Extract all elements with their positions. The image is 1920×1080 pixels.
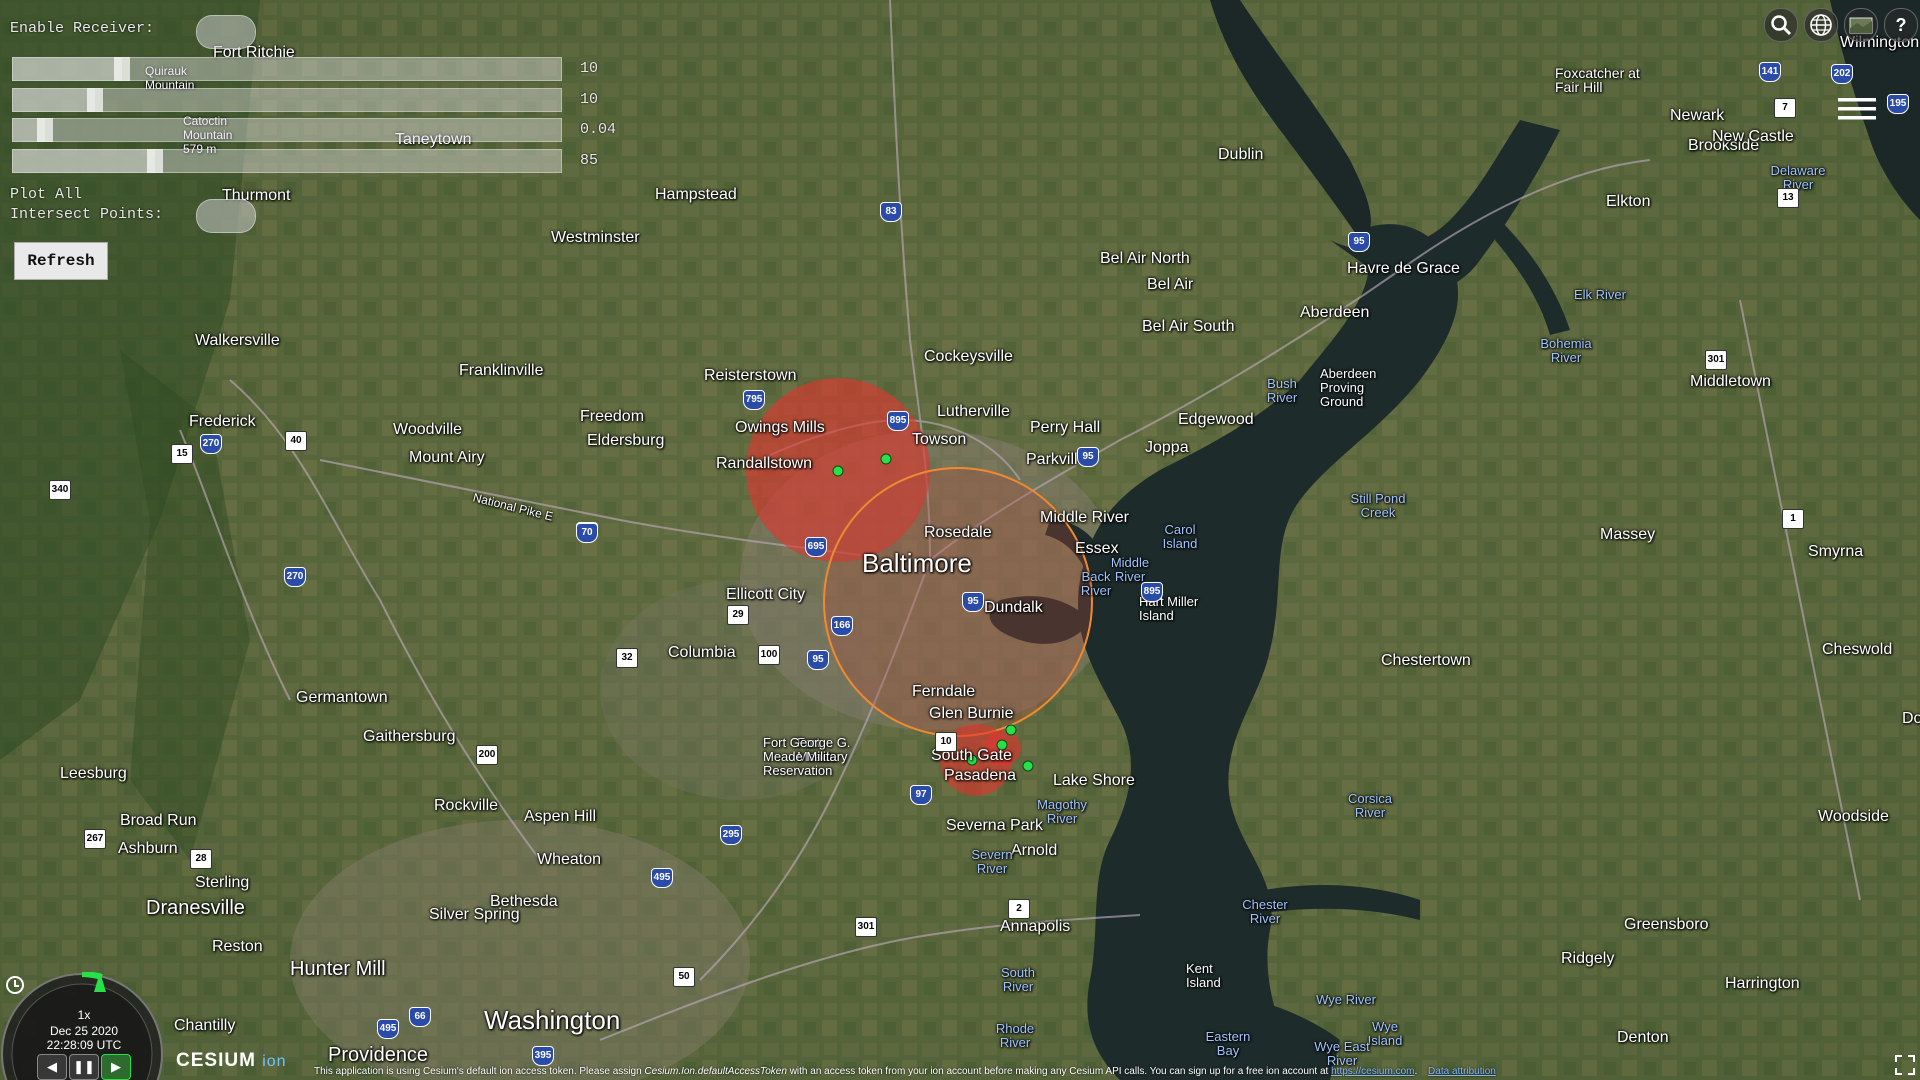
highway-shield: 40 [285, 431, 307, 451]
highway-shield: 795 [743, 390, 765, 410]
highway-shield: 270 [200, 434, 222, 454]
search-button[interactable] [1764, 8, 1798, 42]
highway-shield: 70 [576, 523, 598, 543]
highway-shield: 97 [910, 785, 932, 805]
slider-value: 85 [580, 152, 599, 169]
hamburger-menu-button[interactable] [1836, 96, 1878, 122]
point-1 [832, 465, 844, 477]
search-icon [1771, 15, 1792, 36]
highway-shield: 295 [720, 825, 742, 845]
highway-shield: 66 [409, 1007, 431, 1027]
data-attribution-link[interactable]: Data attribution [1428, 1066, 1496, 1077]
credit-token-name: Cesium.Ion.defaultAccessToken [644, 1066, 787, 1077]
highway-shield: 200 [476, 745, 498, 765]
slider-thumb[interactable] [147, 149, 163, 173]
point-2 [880, 453, 892, 465]
slider-fill [12, 88, 95, 112]
credit-text-3: . [1414, 1066, 1418, 1077]
play-forward-button[interactable]: ▶ [101, 1054, 131, 1080]
slider-row-1[interactable]: 10 [12, 57, 598, 81]
highway-shield: 28 [190, 849, 212, 869]
highway-shield: 15 [171, 444, 193, 464]
cesium-link[interactable]: https://cesium.com [1331, 1066, 1414, 1077]
highway-shield: 95 [1348, 232, 1370, 252]
fullscreen-icon [1895, 1055, 1915, 1075]
slider-value: 10 [580, 60, 599, 77]
highway-shield: 2 [1008, 899, 1030, 919]
slider-row-3[interactable]: 0.04 [12, 118, 616, 142]
help-button[interactable]: ? [1884, 8, 1918, 42]
point-6 [1022, 760, 1034, 772]
credit-bar: This application is using Cesium's defau… [314, 1066, 1496, 1080]
animation-widget[interactable]: 1x Dec 25 2020 22:28:09 UTC ◀ ❚❚ ▶ [0, 972, 170, 1080]
highway-shield: 1 [1782, 509, 1804, 529]
point-3 [1005, 724, 1017, 736]
slider-value: 10 [580, 91, 599, 108]
animation-speed: 1x [77, 1008, 91, 1022]
credit-text-1: This application is using Cesium's defau… [314, 1066, 645, 1077]
cesium-logo-text: CESIUM [176, 1050, 256, 1071]
highway-shield: 13 [1777, 188, 1799, 208]
highway-shield: 50 [673, 967, 695, 987]
pause-button[interactable]: ❚❚ [69, 1054, 99, 1080]
plot-all-label: Plot All [10, 186, 83, 203]
slider-thumb[interactable] [37, 118, 53, 142]
animation-time: 22:28:09 UTC [46, 1038, 122, 1052]
slider-value: 0.04 [580, 121, 617, 138]
base-layer-picker-button[interactable] [1844, 8, 1878, 42]
highway-shield: 95 [1077, 447, 1099, 467]
slider-fill [12, 149, 155, 173]
highway-shield: 141 [1759, 62, 1781, 82]
highway-shield: 695 [805, 537, 827, 557]
cesium-ion-logo[interactable]: CESIUM ion [176, 1050, 287, 1072]
slider-track[interactable] [12, 118, 562, 142]
highway-shield: 895 [1141, 582, 1163, 602]
slider-thumb[interactable] [87, 88, 103, 112]
intersect-circle-baltimore [823, 467, 1093, 737]
slider-row-4[interactable]: 85 [12, 149, 598, 173]
slider-fill [12, 57, 122, 81]
highway-shield: 100 [758, 645, 780, 665]
play-reverse-button[interactable]: ◀ [37, 1054, 67, 1080]
highway-shield: 301 [855, 917, 877, 937]
clock-icon[interactable] [6, 976, 24, 994]
cesium-logo-suffix: ion [262, 1053, 287, 1070]
refresh-button[interactable]: Refresh [14, 242, 108, 280]
highway-shield: 29 [727, 605, 749, 625]
highway-shield: 195 [1887, 94, 1909, 114]
highway-shield: 95 [807, 650, 829, 670]
animation-date: Dec 25 2020 [49, 1024, 119, 1038]
point-4 [996, 739, 1008, 751]
highway-shield: 10 [935, 732, 957, 752]
cesium-viewer[interactable]: Baltimore Washington Annapolis Frederick Col… [0, 0, 1920, 1080]
imagery-layers-icon [1849, 17, 1873, 34]
highway-shield: 267 [84, 829, 106, 849]
credit-text-2: with an access token from your ion accou… [786, 1066, 1332, 1077]
highway-shield: 7 [1774, 98, 1796, 118]
highway-shield: 202 [1831, 64, 1853, 84]
fullscreen-button[interactable] [1894, 1054, 1916, 1076]
highway-shield: 495 [377, 1019, 399, 1039]
help-icon: ? [1895, 14, 1907, 35]
scene-mode-button[interactable] [1804, 8, 1838, 42]
enable-receiver-toggle[interactable] [196, 15, 256, 49]
highway-shield: 32 [616, 648, 638, 668]
highway-shield: 95 [962, 592, 984, 612]
highway-shield: 270 [284, 567, 306, 587]
globe-icon [1810, 14, 1832, 36]
hamburger-menu-icon [1838, 98, 1876, 120]
plot-all-intersect-toggle[interactable] [196, 199, 256, 233]
enable-receiver-label: Enable Receiver: [10, 20, 155, 37]
slider-thumb[interactable] [114, 57, 130, 81]
highway-shield: 495 [651, 868, 673, 888]
intersect-points-label: Intersect Points: [10, 206, 164, 223]
highway-shield: 895 [887, 411, 909, 431]
slider-row-2[interactable]: 10 [12, 88, 598, 112]
highway-shield: 395 [532, 1046, 554, 1066]
highway-shield: 83 [880, 202, 902, 222]
highway-shield: 166 [831, 616, 853, 636]
highway-shield: 340 [49, 480, 71, 500]
highway-shield: 301 [1705, 350, 1727, 370]
point-5 [966, 754, 978, 766]
